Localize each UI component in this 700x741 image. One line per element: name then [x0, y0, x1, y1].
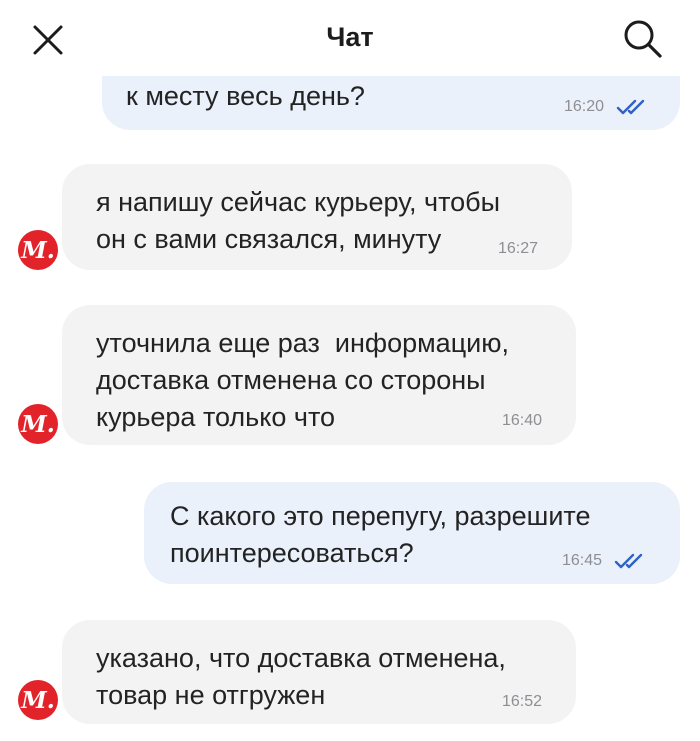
message-meta: 16:52: [502, 683, 542, 720]
message-meta: 16:20: [564, 88, 650, 125]
search-button[interactable]: [618, 14, 668, 64]
avatar-label: М.: [21, 410, 55, 438]
message-text: я напишу сейчас курьеру, чтобы он с вами…: [96, 187, 501, 254]
message-text: С какого это перепугу, разрешите поинтер…: [170, 501, 591, 568]
close-button[interactable]: [26, 18, 70, 62]
double-check-icon: [616, 99, 645, 114]
message-list[interactable]: к месту весь день? 16:20 я напишу сейчас…: [0, 0, 700, 741]
message-meta: 16:40: [502, 402, 542, 439]
avatar-label: М.: [21, 686, 55, 714]
message-text: уточнила еще раз информацию, доставка от…: [96, 328, 509, 432]
avatar-icon: М.: [18, 230, 58, 270]
message-time: 16:40: [502, 412, 543, 429]
page-title: Чат: [326, 22, 374, 52]
search-icon: [624, 20, 662, 58]
message-meta: 16:45: [562, 542, 648, 579]
message-time: 16:45: [562, 552, 603, 569]
chat-header: Чат: [0, 0, 700, 76]
message-time: 16:20: [564, 98, 605, 115]
avatar-label: М.: [21, 236, 55, 264]
message-bubble-incoming[interactable]: уточнила еще раз информацию, доставка от…: [62, 305, 576, 445]
message-text: указано, что доставка отменена, товар не…: [96, 643, 506, 710]
close-icon: [33, 25, 63, 55]
double-check-icon: [614, 553, 643, 568]
message-bubble-incoming[interactable]: указано, что доставка отменена, товар не…: [62, 620, 576, 724]
message-meta: 16:27: [498, 230, 538, 267]
message-bubble-incoming[interactable]: я напишу сейчас курьеру, чтобы он с вами…: [62, 164, 572, 270]
message-text: к месту весь день?: [126, 81, 365, 111]
chat-screen: к месту весь день? 16:20 я напишу сейчас…: [0, 0, 700, 741]
message-bubble-outgoing[interactable]: С какого это перепугу, разрешите поинтер…: [144, 482, 680, 584]
avatar-icon: М.: [18, 404, 58, 444]
avatar-icon: М.: [18, 680, 58, 720]
message-time: 16:27: [498, 240, 539, 257]
message-time: 16:52: [502, 693, 543, 710]
